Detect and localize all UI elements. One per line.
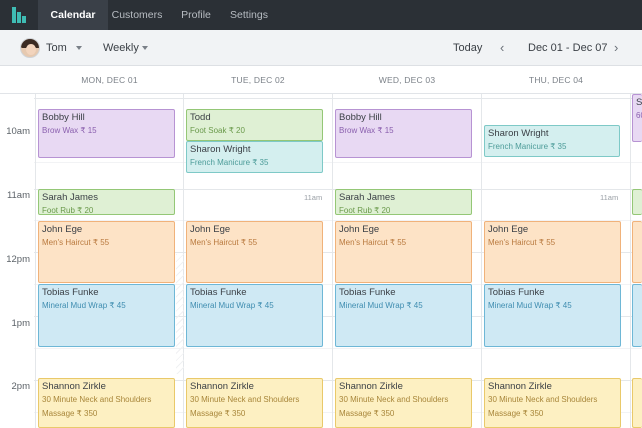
time-label: 11am [6,190,30,201]
appointment[interactable]: John Ege Men's Haircut ₹ 55 [186,221,323,283]
date-range[interactable]: Dec 01 - Dec 07 [528,30,607,66]
nav-tab-settings[interactable]: Settings [224,0,274,30]
appointment-client: Bobby Hill [42,112,85,123]
nav-tab-calendar[interactable]: Calendar [38,0,108,30]
appointment[interactable]: Shannon Zirkle 30 Minute Neck and Should… [186,378,323,428]
appointment-service: Mineral Mud Wrap ₹ 45 [42,301,126,310]
appointment-client: Tobias Funke [339,287,396,298]
appointment-service-cont: Massage ₹ 350 [190,409,246,418]
appointment-service: Brow Wax ₹ 15 [339,126,394,135]
appointment-service: Mineral Mud Wrap ₹ 45 [488,301,572,310]
appointment-client: Tobias Funke [488,287,545,298]
appointment-client: Tobias Funke [42,287,99,298]
time-label: 2pm [11,381,30,392]
view-selector[interactable]: Weekly [103,30,139,66]
appointment-client: John Ege [339,224,380,235]
appointment-service-cont: Massage ₹ 350 [42,409,98,418]
appointment[interactable]: Tobias Funke Mineral Mud Wrap ₹ 45 [484,284,621,347]
appointment-client: Sharon Wright [488,128,549,139]
appointment-service: Men's Haircut ₹ 55 [339,238,407,247]
avatar[interactable] [20,38,40,58]
appointment[interactable]: Sarah James Foot Rub ₹ 20 [335,189,472,215]
appointment-client: John Ege [488,224,529,235]
calendar-toolbar: Tom Weekly Today ‹ Dec 01 - Dec 07 › [0,30,642,66]
appointment-service: 60 [636,111,642,120]
appointment-service: 30 Minute Neck and Shoulders [488,395,598,404]
appointment-service: French Manicure ₹ 35 [488,142,567,151]
appointment-client: Sarah James [339,192,395,203]
appointment[interactable]: John Ege Men's Haircut ₹ 55 [484,221,621,283]
time-label: 10am [6,126,30,137]
appointment-service: Men's Haircut ₹ 55 [42,238,110,247]
appointment-service: Foot Rub ₹ 20 [339,206,391,215]
appointment[interactable]: John Ege Men's Haircut ₹ 55 [38,221,175,283]
appointment-service: 30 Minute Neck and Shoulders [190,395,300,404]
appointment-service: Mineral Mud Wrap ₹ 45 [190,301,274,310]
day-header: WED, DEC 03 [378,75,436,85]
appointment-client: John Ege [190,224,231,235]
appointment-client: Shannon Zirkle [339,381,403,392]
appointment-client: John Ege [42,224,83,235]
appointment[interactable]: Tobias Funke Mineral Mud Wrap ₹ 45 [335,284,472,347]
day-header: MON, DEC 01 [81,75,138,85]
appointment[interactable]: John Ege Men's Haircut ₹ 55 [335,221,472,283]
calendar-grid: 10am 11am 12pm 1pm 2pm 11am 11am Bobby H… [0,94,642,428]
appointment[interactable]: Sa 60 [632,94,642,142]
time-hint: 11am [304,193,323,202]
appointment-client: Sarah James [42,192,98,203]
appointment-service-cont: Massage ₹ 350 [339,409,395,418]
appointment-service: French Manicure ₹ 35 [190,158,269,167]
today-button[interactable]: Today [453,30,482,66]
appointment[interactable]: Sharon Wright French Manicure ₹ 35 [186,141,323,173]
appointment[interactable]: Tobias Funke Mineral Mud Wrap ₹ 45 [186,284,323,347]
staff-selector[interactable]: Tom [46,30,67,66]
appointment-client: Bobby Hill [339,112,382,123]
appointment-service: 30 Minute Neck and Shoulders [339,395,449,404]
appointment-service: 30 Minute Neck and Shoulders [42,395,152,404]
appointment-service: Men's Haircut ₹ 55 [488,238,556,247]
appointment-service-cont: Massage ₹ 350 [488,409,544,418]
appointment[interactable] [632,284,642,347]
appointment[interactable]: Bobby Hill Brow Wax ₹ 15 [335,109,472,158]
chevron-left-icon[interactable]: ‹ [500,30,504,66]
chevron-right-icon[interactable]: › [614,30,618,66]
appointment-service: Foot Soak ₹ 20 [190,126,245,135]
appointment[interactable] [632,221,642,283]
appointment-client: Sa [636,97,642,108]
appointment[interactable]: Bobby Hill Brow Wax ₹ 15 [38,109,175,158]
appointment[interactable]: Sarah James Foot Rub ₹ 20 [38,189,175,215]
appointment[interactable] [632,189,642,215]
appointment[interactable]: Tobias Funke Mineral Mud Wrap ₹ 45 [38,284,175,347]
appointment-client: Sharon Wright [190,144,251,155]
nav-tab-profile[interactable]: Profile [172,0,220,30]
appointment[interactable]: Shannon Zirkle 30 Minute Neck and Should… [484,378,621,428]
appointment[interactable]: Shannon Zirkle 30 Minute Neck and Should… [38,378,175,428]
nav-tab-customers[interactable]: Customers [108,0,166,30]
time-label: 1pm [11,318,30,329]
day-header: TUE, DEC 02 [231,75,285,85]
appointment[interactable]: Shannon Zirkle 30 Minute Neck and Should… [335,378,472,428]
appointment-service: Brow Wax ₹ 15 [42,126,97,135]
appointment[interactable]: Todd Foot Soak ₹ 20 [186,109,323,141]
day-headers: MON, DEC 01 TUE, DEC 02 WED, DEC 03 THU,… [0,67,642,94]
time-hint: 11am [600,193,619,202]
appointment-service: Men's Haircut ₹ 55 [190,238,258,247]
appointment[interactable] [632,378,642,428]
chevron-down-icon[interactable] [76,46,82,50]
appointment-client: Todd [190,112,211,123]
appointment-service: Mineral Mud Wrap ₹ 45 [339,301,423,310]
top-nav: Calendar Customers Profile Settings [0,0,642,30]
appointment-client: Shannon Zirkle [42,381,106,392]
chevron-down-icon[interactable] [142,46,148,50]
appointment-client: Shannon Zirkle [488,381,552,392]
appointment-client: Shannon Zirkle [190,381,254,392]
appointment-client: Tobias Funke [190,287,247,298]
app-logo-icon[interactable] [12,7,30,23]
time-label: 12pm [6,254,30,265]
appointment[interactable]: Sharon Wright French Manicure ₹ 35 [484,125,620,157]
day-header: THU, DEC 04 [528,75,584,85]
appointment-service: Foot Rub ₹ 20 [42,206,94,215]
